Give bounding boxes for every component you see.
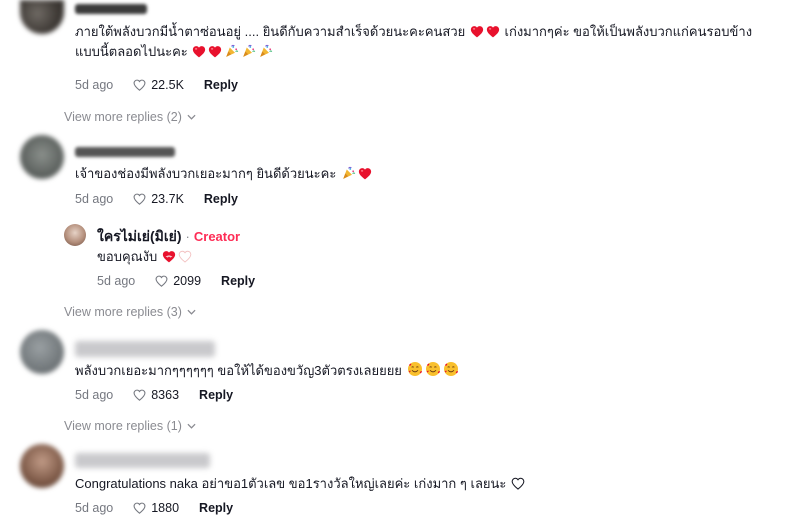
smiling-face-hearts-emoji (407, 361, 423, 377)
red-heart-emoji (470, 25, 484, 38)
comment-meta: 5d ago 1880 Reply (75, 501, 234, 515)
smiling-face-hearts-emoji (425, 361, 441, 377)
comment-text: ภายใต้พลังบวกมีน้ำตาซ่อนอยู่ .... ยินดีก… (75, 24, 753, 39)
party-popper-emoji (241, 44, 256, 58)
creator-reply-text: ขอบคุณงับ (97, 247, 193, 266)
avatar[interactable] (20, 444, 64, 488)
heart-outline-icon[interactable] (133, 502, 146, 514)
creator-header: ใครไม่เย่(มิเย่) · Creator (97, 226, 240, 248)
creator-avatar[interactable] (64, 224, 86, 246)
heart-outline-icon[interactable] (133, 389, 146, 401)
avatar[interactable] (20, 135, 64, 179)
avatar[interactable] (20, 0, 64, 34)
creator-badge: Creator (193, 229, 241, 244)
heart-outline-icon[interactable] (155, 275, 168, 287)
view-more-replies[interactable]: View more replies (3) (64, 305, 196, 319)
view-more-replies[interactable]: View more replies (2) (64, 110, 196, 124)
creator-name[interactable]: ใครไม่เย่(มิเย่) (97, 226, 182, 248)
reply-button[interactable]: Reply (204, 192, 238, 206)
reply-button[interactable]: Reply (199, 501, 233, 515)
smiling-face-hearts-emoji (443, 361, 459, 377)
chevron-down-icon (187, 114, 196, 120)
white-heart-emoji (511, 477, 525, 490)
avatar[interactable] (20, 330, 64, 374)
red-heart-emoji (192, 45, 206, 58)
comment-meta: 5d ago 2099 Reply (97, 274, 256, 288)
view-more-replies[interactable]: View more replies (1) (64, 419, 196, 433)
reply-button[interactable]: Reply (204, 78, 238, 92)
comment-meta: 5d ago 22.5K Reply (75, 78, 238, 92)
username-blurred[interactable] (75, 147, 175, 157)
chevron-down-icon (187, 423, 196, 429)
reply-button[interactable]: Reply (221, 274, 255, 288)
comment-meta: 5d ago 8363 Reply (75, 388, 234, 402)
username-blurred[interactable] (75, 453, 210, 468)
comment-text: Congratulations naka อย่าขอ1ตัวเลข ขอ1รา… (75, 474, 526, 493)
party-popper-emoji (341, 166, 356, 180)
heart-outline-icon[interactable] (133, 193, 146, 205)
comment-text-line2: แบบนี้ตลอดไปนะคะ (75, 42, 274, 61)
reply-button[interactable]: Reply (199, 388, 233, 402)
red-heart-emoji (358, 167, 372, 180)
white-heart-emoji (178, 250, 192, 263)
heart-with-ribbon-emoji (162, 250, 176, 263)
heart-outline-icon[interactable] (133, 79, 146, 91)
username-blurred[interactable] (75, 341, 215, 357)
comment-text: เจ้าของช่องมีพลังบวกเยอะมากๆ ยินดีด้วยนะ… (75, 164, 373, 183)
red-heart-emoji (486, 25, 500, 38)
comment-text: พลังบวกเยอะมากๆๆๆๆๆๆ ขอให้ได้ของขวัญ3ตัว… (75, 361, 460, 380)
party-popper-emoji (258, 44, 273, 58)
comment-meta: 5d ago 23.7K Reply (75, 192, 238, 206)
red-heart-emoji (208, 45, 222, 58)
username-blurred[interactable] (75, 4, 147, 14)
party-popper-emoji (224, 44, 239, 58)
chevron-down-icon (187, 309, 196, 315)
